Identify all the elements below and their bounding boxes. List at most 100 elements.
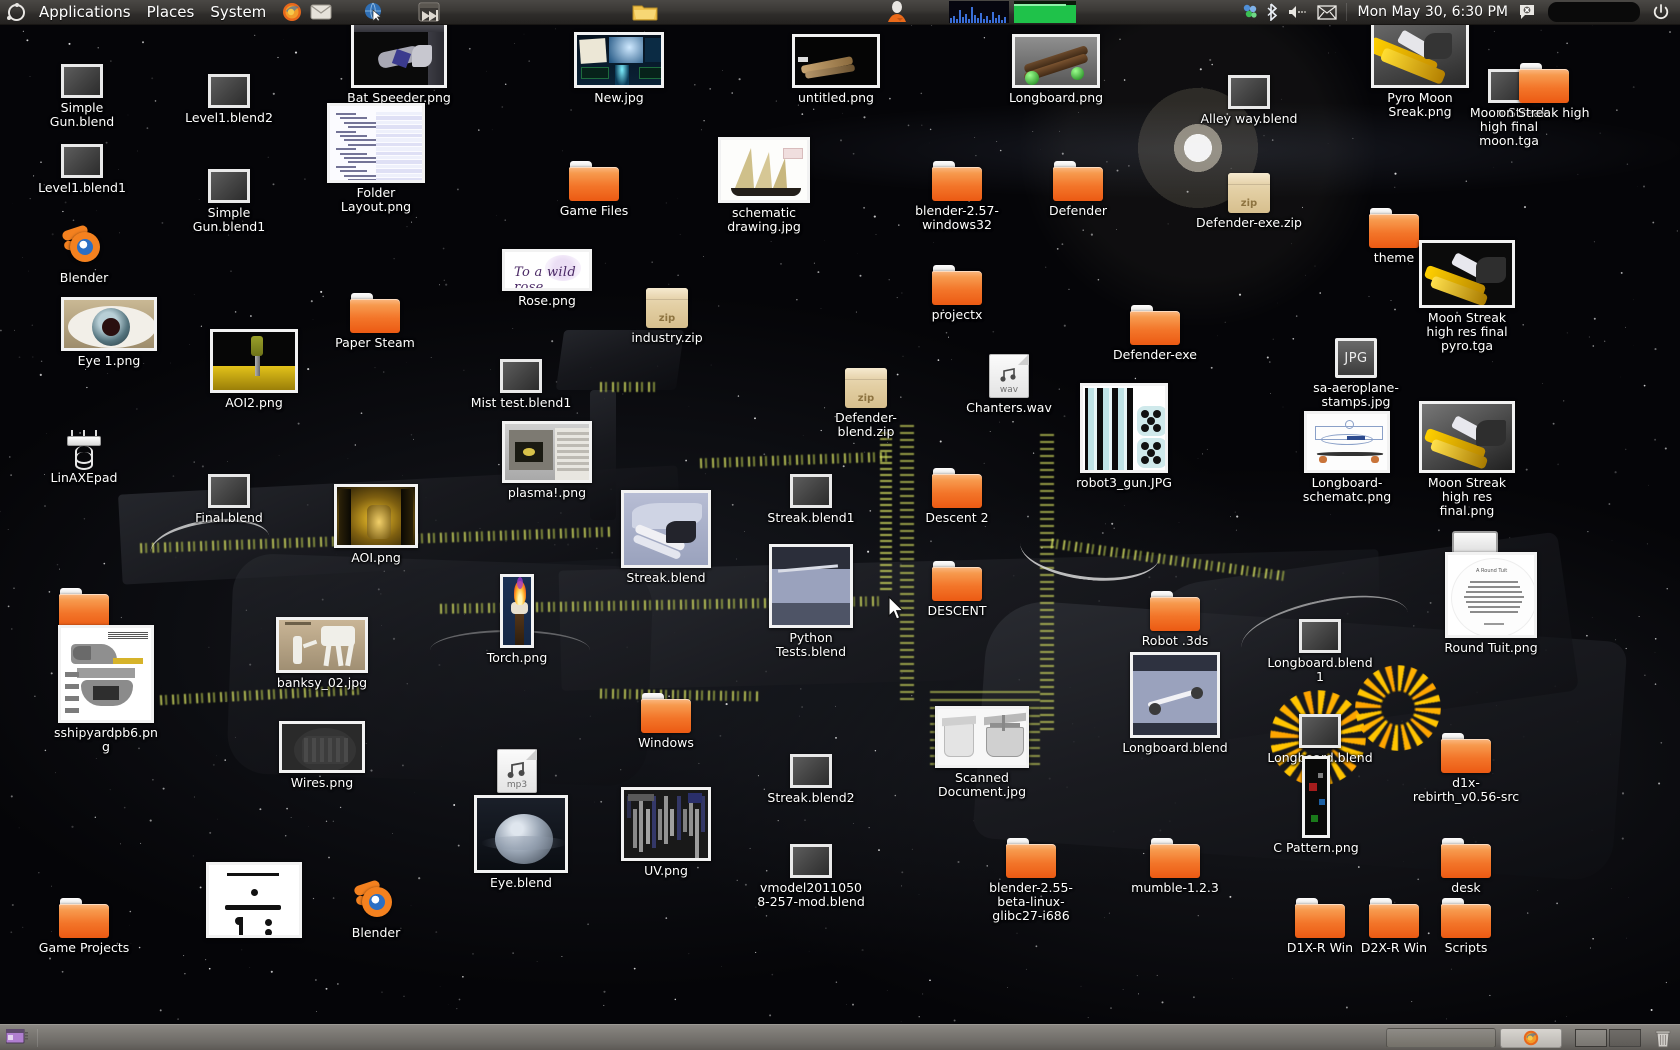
desktop-icon[interactable]: LinAXEpad [30,410,138,485]
desktop-icon[interactable]: Scanned Document.jpg [928,706,1036,799]
desktop-icon[interactable]: zip industry.zip [613,270,721,345]
mail-envelope-icon[interactable] [1316,4,1337,20]
desktop-icon[interactable]: Level1.blend1 [28,120,136,195]
desktop-icon[interactable]: Final.blend [175,450,283,525]
desktop-icon[interactable]: AOI.png [322,484,430,565]
media-player-icon[interactable] [418,2,440,22]
desktop-icon[interactable]: Streak.blend2 [757,730,865,805]
desktop-icon[interactable]: To a wild rose Rose.png [493,233,601,308]
desktop-icon[interactable]: Moon Streak high res final pyro.tga [1413,240,1521,353]
desktop-icon[interactable]: Defender-exe [1101,287,1209,362]
memory-monitor-applet[interactable] [1014,1,1076,23]
power-icon[interactable] [1652,3,1670,21]
desktop-icon[interactable]: Defender [1024,143,1132,218]
desktop-icon[interactable]: Longboard.blend [1121,652,1229,755]
desktop-icon[interactable]: banksy_02.jpg [268,615,376,690]
desktop-icon[interactable]: UV.png [612,787,720,878]
desktop-icon[interactable]: Moon Streak high res final.png [1413,401,1521,518]
image-thumbnail [718,137,810,203]
desktop-icon-graphic [474,795,568,873]
desktop-icon[interactable]: on Streak high [1490,45,1598,120]
desktop-icon[interactable]: C Pattern.png [1262,756,1370,855]
volume-icon[interactable] [1287,4,1309,20]
desktop-icon[interactable]: Wires.png [268,715,376,790]
desktop-icon[interactable]: Blender [322,865,430,940]
username-redacted-block[interactable] [1548,2,1640,22]
desktop-icon[interactable]: Paper Steam [321,275,429,350]
desktop-icon[interactable]: Scripts [1412,880,1520,955]
desktop-icon-graphic [351,22,447,88]
desktop-icon[interactable]: Blender [30,210,138,285]
desktop-icon-graphic [932,543,982,601]
desktop-icon[interactable]: Eye 1.png [55,293,163,368]
network-icon[interactable] [1241,3,1259,21]
user-icon[interactable] [885,0,909,24]
desktop-icon[interactable]: zip Defender-blend.zip [812,350,920,439]
desktop-icon[interactable]: Python Tests.blend [757,544,865,659]
chat-status-icon[interactable] [1518,3,1536,21]
desktop-icon[interactable]: untitled.png [782,30,890,105]
desktop-icon[interactable]: Streak.blend1 [757,450,865,525]
workspace-switcher[interactable] [1574,1028,1642,1047]
bluetooth-icon[interactable] [1266,3,1279,21]
trash-icon[interactable] [1654,1028,1672,1048]
desktop-icon[interactable]: d1x-rebirth_v0.56-src [1412,715,1520,804]
cpu-monitor-applet[interactable] [949,1,1009,23]
desktop-icon[interactable]: A Round Tuit Round Tuit.png [1437,552,1545,655]
ubuntu-logo-icon[interactable] [7,2,25,21]
desktop-icon[interactable]: Alley way.blend [1195,51,1303,126]
image-thumbnail [1080,383,1168,473]
desktop-icon-graphic [932,450,982,508]
menu-places[interactable]: Places [139,1,203,23]
desktop-icon[interactable]: Longboard.blend1 [1266,595,1374,684]
desktop-icon[interactable]: Level1.blend2 [175,50,283,125]
desktop-icon[interactable]: Folder Layout.png [322,103,430,214]
desktop-icon[interactable]: Windows [612,675,720,750]
desktop-icon[interactable]: Simple Gun.blend1 [175,145,283,234]
blend-file-icon [208,169,250,203]
desktop-icon[interactable]: blender-2.55-beta-linux-glibc27-i686 [977,820,1085,923]
mail-icon[interactable] [310,4,332,20]
firefox-task-button[interactable] [1500,1027,1562,1048]
desktop-icon-label: Simple Gun.blend1 [192,205,266,234]
menu-system[interactable]: System [202,1,274,23]
desktop-icon[interactable]: Game Projects [30,880,138,955]
desktop-icon[interactable]: mumble-1.2.3 [1121,820,1229,895]
desktop-icon[interactable] [200,862,308,941]
desktop-icon[interactable]: Descent 2 [903,450,1011,525]
desktop-icon[interactable]: wav Chanters.wav [955,340,1063,415]
desktop-icon-graphic [61,40,103,98]
clock[interactable]: Mon May 30, 6:30 PM [1352,4,1515,20]
desktop-icon[interactable]: Bat Speeder.png [345,22,453,105]
folder-icon[interactable] [632,3,658,21]
desktop-icon[interactable]: projectx [903,247,1011,322]
desktop-icon[interactable]: robot3_gun.JPG [1070,383,1178,490]
desktop-icon[interactable]: Streak.blend [612,490,720,585]
image-thumbnail [351,22,447,88]
desktop-icon[interactable]: blender-2.57-windows32 [903,143,1011,232]
desktop-icon[interactable]: DESCENT [903,543,1011,618]
desktop-icon[interactable]: Eye.blend [467,795,575,890]
desktop-icon[interactable]: Game Files [540,143,648,218]
workspace-1[interactable] [1575,1028,1607,1047]
desktop-icon[interactable]: Robot .3ds [1121,573,1229,648]
desktop-icon[interactable]: Simple Gun.blend [28,40,136,129]
desktop-icon[interactable]: Longboard.png [1002,30,1110,105]
menu-applications[interactable]: Applications [31,1,139,23]
desktop-icon[interactable]: JPG sa-aeroplane-stamps.jpg [1302,320,1410,409]
firefox-icon[interactable] [282,2,302,22]
desktop-icon[interactable]: schematic drawing.jpg [710,137,818,234]
desktop-icon[interactable]: Longboard-schematc.png [1293,411,1401,504]
desktop-icon[interactable]: plasma!.png [493,421,601,500]
desktop-icon[interactable]: Torch.png [463,574,571,665]
window-task-button[interactable] [1386,1027,1496,1048]
desktop-icon[interactable]: vmodel20110508-257-mod.blend [757,820,865,909]
desktop-icon[interactable]: AOI2.png [200,329,308,410]
desktop-icon[interactable]: sshipyardpb6.png [52,625,160,754]
show-desktop-icon[interactable] [6,1028,28,1047]
workspace-2[interactable] [1609,1028,1641,1047]
desktop-icon[interactable]: Mist test.blend1 [467,335,575,410]
desktop-icon[interactable]: zip Defender-exe.zip [1195,155,1303,230]
globe-cursor-icon[interactable] [364,2,384,22]
desktop-icon[interactable]: New.jpg [565,30,673,105]
